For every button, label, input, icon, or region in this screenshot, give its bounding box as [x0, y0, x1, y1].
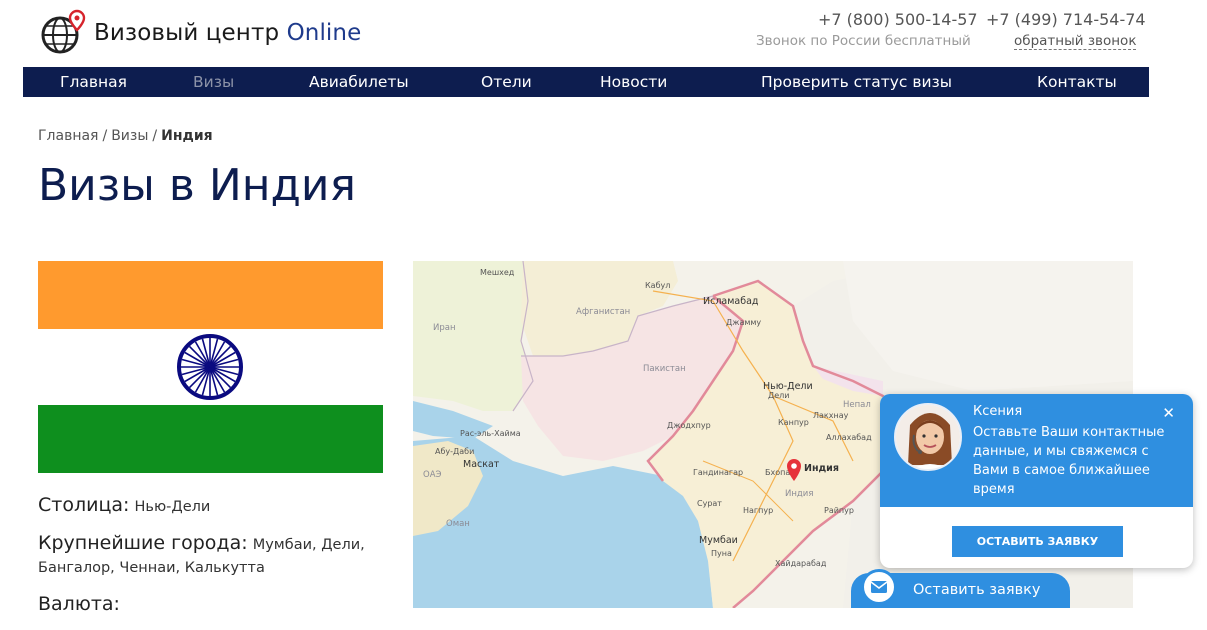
chat-header: Ксения Оставьте Ваши контактные данные, … — [880, 394, 1193, 507]
map-city-pune: Пуна — [711, 549, 732, 558]
map-country-india: Индия — [785, 489, 814, 499]
phone-moscow-link[interactable]: +7 (499) 714-54-74 — [986, 10, 1146, 29]
fact-currency: Валюта: — [38, 593, 383, 616]
map-city-mumbai: Мумбаи — [699, 535, 738, 546]
free-call-note: Звонок по России бесплатный — [756, 33, 971, 49]
map-city-hyderabad: Хайдарабад — [775, 559, 827, 568]
map-city-lucknow: Лакхнау — [813, 411, 849, 420]
map-marker-label: Индия — [804, 463, 839, 474]
map-country-nepal: Непал — [843, 400, 871, 410]
breadcrumb-visas[interactable]: Визы — [111, 128, 148, 144]
nav-item-flights[interactable]: Авиабилеты — [309, 67, 409, 97]
header-contacts: +7 (800) 500-14-57 +7 (499) 714-54-74 Зв… — [756, 10, 1146, 58]
map-city-allahabad: Аллахабад — [826, 433, 872, 442]
nav-item-hotels[interactable]: Отели — [481, 67, 532, 97]
map-city-muscat: Маскат — [463, 459, 500, 470]
map-city-delhi: Дели — [768, 391, 790, 400]
breadcrumb-separator: / — [152, 128, 158, 144]
fact-cities: Крупнейшие города: Мумбаи, Дели, Бангало… — [38, 532, 383, 579]
map-city-raipur: Райпур — [824, 506, 854, 515]
map-city-islamabad: Исламабад — [703, 296, 759, 307]
site-logo[interactable]: Визовый центр Online — [40, 8, 361, 58]
agent-name: Ксения — [973, 404, 1023, 419]
callback-link[interactable]: обратный звонок — [1014, 33, 1137, 50]
logo-text-accent: Online — [286, 20, 362, 46]
fact-capital: Столица: Нью-Дели — [38, 494, 383, 518]
fact-capital-label: Столица: — [38, 494, 130, 516]
map-country-uae: ОАЭ — [423, 470, 442, 480]
chat-bar-label: Оставить заявку — [913, 582, 1041, 598]
map-pin-icon[interactable] — [787, 459, 801, 481]
fact-cities-label: Крупнейшие города: — [38, 532, 248, 554]
breadcrumb-current: Индия — [161, 128, 213, 144]
flag-green-stripe — [38, 405, 383, 473]
map-city-jammu: Джамму — [726, 318, 762, 327]
breadcrumb-home[interactable]: Главная — [38, 128, 98, 144]
chat-bar[interactable]: Оставить заявку — [851, 569, 1070, 608]
nav-item-contacts[interactable]: Контакты — [1037, 67, 1117, 97]
map-city-rasalkhaimah: Рас-эль-Хайма — [460, 429, 521, 438]
globe-pin-icon — [40, 8, 90, 58]
phone-free-link[interactable]: +7 (800) 500-14-57 — [818, 10, 978, 29]
map-city-surat: Сурат — [697, 499, 722, 508]
map-country-pakistan: Пакистан — [643, 364, 686, 374]
main-nav: Главная Визы Авиабилеты Отели Новости Пр… — [23, 67, 1149, 97]
country-facts: Столица: Нью-Дели Крупнейшие города: Мум… — [38, 494, 383, 630]
envelope-icon — [861, 569, 897, 605]
logo-text-main: Визовый центр — [94, 20, 287, 46]
map-city-kabul: Кабул — [645, 281, 671, 290]
ashoka-chakra-icon — [177, 334, 243, 400]
nav-item-home[interactable]: Главная — [60, 67, 127, 97]
map-city-jodhpur: Джодхпур — [667, 421, 711, 430]
map-city-abudhabi: Абу-Даби — [435, 447, 475, 456]
map-country-oman: Оман — [446, 519, 470, 529]
nav-item-visas[interactable]: Визы — [193, 67, 234, 97]
india-flag — [38, 261, 383, 473]
map-city-gandhinagar: Гандинагар — [693, 468, 744, 477]
fact-capital-value: Нью-Дели — [134, 499, 211, 515]
chat-popup: Ксения Оставьте Ваши контактные данные, … — [880, 394, 1193, 568]
fact-currency-label: Валюта: — [38, 593, 120, 615]
agent-avatar — [894, 403, 962, 471]
breadcrumb-separator: / — [102, 128, 108, 144]
close-icon[interactable]: ✕ — [1162, 404, 1175, 422]
logo-text: Визовый центр Online — [94, 20, 361, 46]
site-header: Визовый центр Online +7 (800) 500-14-57 … — [0, 0, 1207, 67]
map-city-kanpur: Канпур — [778, 418, 809, 427]
page-title: Визы в Индия — [38, 160, 356, 211]
submit-request-button[interactable]: Оставить заявку — [952, 526, 1123, 557]
nav-item-check-status[interactable]: Проверить статус визы — [761, 67, 952, 97]
flag-saffron-stripe — [38, 261, 383, 329]
map-city-nagpur: Нагпур — [743, 506, 774, 515]
map-country-iran: Иран — [433, 323, 456, 333]
breadcrumb: Главная / Визы / Индия — [38, 128, 213, 144]
chat-message: Оставьте Ваши контактные данные, и мы св… — [973, 425, 1165, 497]
map-city-mashhad: Мешхед — [480, 268, 515, 277]
map-country-afghanistan: Афганистан — [576, 307, 631, 317]
nav-item-news[interactable]: Новости — [600, 67, 667, 97]
